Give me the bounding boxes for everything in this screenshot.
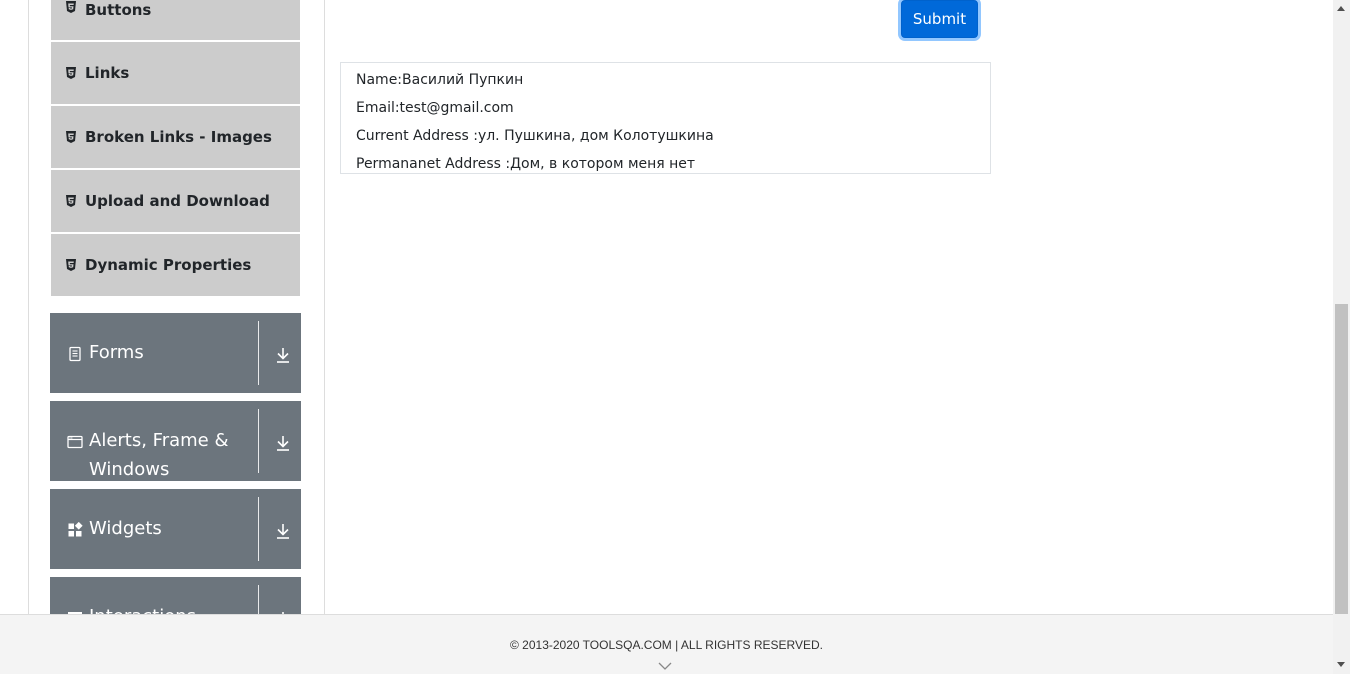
download-arrow-icon[interactable] — [275, 522, 291, 540]
scroll-up-arrow-icon[interactable] — [1337, 6, 1345, 11]
group-divider — [258, 409, 259, 473]
output-permanent-address: Permananet Address :Дом, в котором меня … — [356, 156, 696, 172]
sidebar-group-alerts-frame-windows[interactable]: Alerts, Frame & Windows — [50, 401, 301, 481]
sidebar-item-buttons[interactable]: Buttons — [51, 0, 300, 40]
output-email: Email:test@gmail.com — [356, 100, 514, 116]
download-arrow-icon[interactable] — [275, 346, 291, 364]
sidebar-item-upload-download[interactable]: Upload and Download — [51, 170, 300, 232]
html5-icon — [66, 67, 76, 79]
html5-icon — [66, 1, 76, 13]
sidebar-group-widgets[interactable]: Widgets — [50, 489, 301, 569]
page-footer: © 2013-2020 TOOLSQA.COM | ALL RIGHTS RES… — [0, 614, 1333, 674]
sidebar-item-label: Broken Links - Images — [85, 128, 272, 146]
sidebar-item-label: Upload and Download — [85, 192, 270, 210]
sidebar-item-label: Links — [85, 64, 130, 82]
html5-icon — [66, 131, 76, 143]
sidebar-group-forms[interactable]: Forms — [50, 313, 301, 393]
content-divider — [324, 0, 325, 614]
sidebar-item-label: Dynamic Properties — [85, 256, 252, 274]
group-title-line: Windows — [89, 459, 170, 480]
scrollbar-thumb[interactable] — [1335, 304, 1348, 614]
html5-icon — [66, 195, 76, 207]
document-icon — [69, 346, 81, 362]
sidebar-item-broken-links[interactable]: Broken Links - Images — [51, 106, 300, 168]
browser-window-icon — [67, 435, 83, 449]
sidebar-item-links[interactable]: Links — [51, 42, 300, 104]
sidebar-item-dynamic-properties[interactable]: Dynamic Properties — [51, 234, 300, 296]
group-title-line: Alerts, Frame & — [89, 430, 229, 451]
scroll-down-arrow-icon[interactable] — [1337, 662, 1345, 667]
group-title: Forms — [89, 342, 144, 363]
group-title: Widgets — [89, 518, 162, 539]
group-divider — [258, 321, 259, 385]
widgets-icon — [68, 522, 83, 537]
output-panel: Name:Василий Пупкин Email:test@gmail.com… — [340, 62, 991, 174]
download-arrow-icon[interactable] — [275, 434, 291, 452]
html5-icon — [66, 259, 76, 271]
output-current-address: Current Address :ул. Пушкина, дом Колоту… — [356, 128, 714, 144]
chevron-down-icon[interactable] — [658, 661, 672, 671]
sidebar-left-border — [28, 0, 29, 614]
sidebar-item-label: Buttons — [85, 1, 152, 19]
group-divider — [258, 497, 259, 561]
submit-button[interactable]: Submit — [901, 0, 978, 38]
group-title: Alerts, Frame & Windows — [89, 426, 249, 481]
footer-copyright: © 2013-2020 TOOLSQA.COM | ALL RIGHTS RES… — [510, 638, 823, 652]
output-name: Name:Василий Пупкин — [356, 72, 524, 88]
